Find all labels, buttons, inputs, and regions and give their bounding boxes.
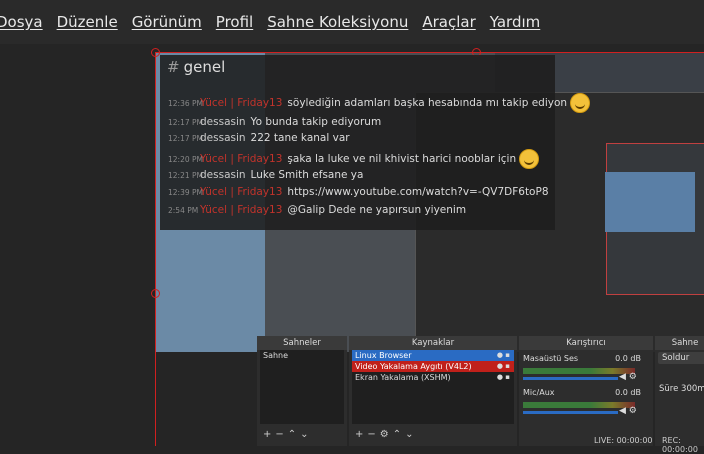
msg-time: 2:54 PM [168,206,199,215]
chat-message: 12:17 PMdessasin 222 tane kanal var [168,132,350,144]
menu-bar: Dosya Düzenle Görünüm Profil Sahne Kolek… [0,0,704,44]
msg-text: 222 tane kanal var [250,132,350,144]
sources-toolbar: +−⚙⌃⌄ [355,429,418,440]
eye-lock-icon[interactable]: ● ▪ [497,361,510,372]
msg-user: Yücel | Friday13 [200,186,283,198]
msg-user: Yücel | Friday13 [200,204,283,216]
chat-message: 12:21 PMdessasin Luke Smith efsane ya [168,169,363,181]
rec-status: REC: 00:00:00 [662,436,698,454]
menu-scene-collection[interactable]: Sahne Koleksiyonu [267,13,408,31]
chat-message: 12:39 PMYücel | Friday13 https://www.yout… [168,186,549,198]
msg-time: 12:17 PM [168,134,203,143]
live-status: LIVE: 00:00:00 [594,436,653,445]
msg-text: Luke Smith efsane ya [250,169,364,181]
scenes-toolbar: +−⌃⌄ [263,429,313,440]
msg-time: 12:17 PM [168,118,203,127]
source-item[interactable]: Video Yakalama Aygıtı (V4L2) ● ▪ [352,361,514,372]
menu-help[interactable]: Yardım [490,13,541,31]
gear-icon[interactable]: ⚙ [380,429,393,440]
msg-user: dessasin [200,169,246,181]
menu-file[interactable]: Dosya [0,13,43,31]
up-icon[interactable]: ⌃ [393,429,405,440]
duration-input[interactable]: 300ms [681,384,704,394]
msg-link[interactable]: https://www.youtube.com/watch?v=-QV7DF6t… [287,186,548,198]
msg-user: dessasin [200,132,246,144]
menu-tools[interactable]: Araçlar [422,13,475,31]
msg-user: Yücel | Friday13 [200,97,283,109]
transition-select[interactable]: Soldur [658,352,704,364]
add-icon[interactable]: + [355,429,367,440]
remove-icon[interactable]: − [275,429,287,440]
resize-handle-tl[interactable] [151,48,160,57]
mixer-dock: Karıştırıcı Masaüstü Ses 0.0 dB ◀ ⚙ Mic/A… [519,336,653,446]
resize-handle-left[interactable] [151,289,160,298]
duration-label: Süre [659,384,679,394]
msg-text: söylediğin adamları başka hesabında mı t… [287,97,568,109]
source-label: Ekran Yakalama (XSHM) [355,373,451,382]
mixer-channel: Masaüstü Ses 0.0 dB [523,354,641,363]
hash-icon: # [167,58,180,76]
volume-slider[interactable] [523,411,618,414]
chat-message: 2:54 PM Yücel | Friday13 @Galip Dede ne ya… [168,204,466,216]
msg-time: 12:21 PM [168,171,203,180]
grin-emoji-icon [519,149,540,169]
channel-name: Masaüstü Ses [523,354,579,363]
menu-profile[interactable]: Profil [216,13,253,31]
add-icon[interactable]: + [263,429,275,440]
msg-text: şaka la luke ve nil khivist harici noobl… [287,153,517,165]
scenes-title: Sahneler [257,336,347,350]
menu-edit[interactable]: Düzenle [57,13,118,31]
sources-title: Kaynaklar [349,336,517,350]
mixer-title: Karıştırıcı [519,336,653,350]
speaker-icon[interactable]: ◀ ⚙ [619,372,637,382]
duration-row: Süre 300ms [659,384,704,394]
selection-border-left [155,52,156,446]
transitions-dock: Sahne Soldur Süre 300ms [655,336,704,446]
transitions-title: Sahne [655,336,704,350]
up-icon[interactable]: ⌃ [288,429,300,440]
msg-time: 12:39 PM [168,188,203,197]
selection-border-top [155,52,704,53]
down-icon[interactable]: ⌄ [300,429,312,440]
msg-user: Yücel | Friday13 [200,153,283,165]
source-item[interactable]: Ekran Yakalama (XSHM) ● ▪ [352,372,514,383]
channel-name: genel [183,58,226,76]
msg-time: 12:36 PM [168,99,203,108]
source-item[interactable]: Linux Browser ● ▪ [352,350,514,361]
mixer-channel: Mic/Aux 0.0 dB [523,388,641,397]
chat-message: 12:20 PMYücel | Friday13 şaka la luke ve … [168,149,540,169]
eye-lock-icon[interactable]: ● ▪ [497,350,510,361]
source-label: Linux Browser [355,351,412,360]
channel-title: # genel [167,58,225,76]
mini-window [605,172,695,232]
menu-view[interactable]: Görünüm [132,13,202,31]
chat-message: 12:17 PMdessasin Yo bunda takip ediyorum [168,116,381,128]
scenes-list: Sahne [260,350,344,424]
volume-slider[interactable] [523,377,618,380]
msg-text: Yo bunda takip ediyorum [250,116,382,128]
source-label: Video Yakalama Aygıtı (V4L2) [355,362,472,371]
chat-message: 12:36 PMYücel | Friday13 söylediğin adaml… [168,93,591,113]
chat-overlay: # genel 12:36 PMYücel | Friday13 söylediği… [160,55,591,230]
eye-lock-icon[interactable]: ● ▪ [497,372,510,383]
remove-icon[interactable]: − [367,429,379,440]
channel-db: 0.0 dB [615,388,641,397]
msg-user: dessasin [200,116,246,128]
speaker-icon[interactable]: ◀ ⚙ [619,406,637,416]
channel-db: 0.0 dB [615,354,641,363]
grin-emoji-icon [570,93,591,113]
down-icon[interactable]: ⌄ [405,429,417,440]
msg-time: 12:20 PM [168,155,203,164]
scenes-dock: Sahneler Sahne +−⌃⌄ [257,336,347,446]
sources-dock: Kaynaklar Linux Browser ● ▪ Video Yakalam… [349,336,517,446]
scene-item[interactable]: Sahne [260,350,344,361]
sources-list: Linux Browser ● ▪ Video Yakalama Aygıtı (… [352,350,514,424]
channel-name: Mic/Aux [523,388,555,397]
msg-text: @Galip Dede ne yapırsun yiyenim [287,204,467,216]
